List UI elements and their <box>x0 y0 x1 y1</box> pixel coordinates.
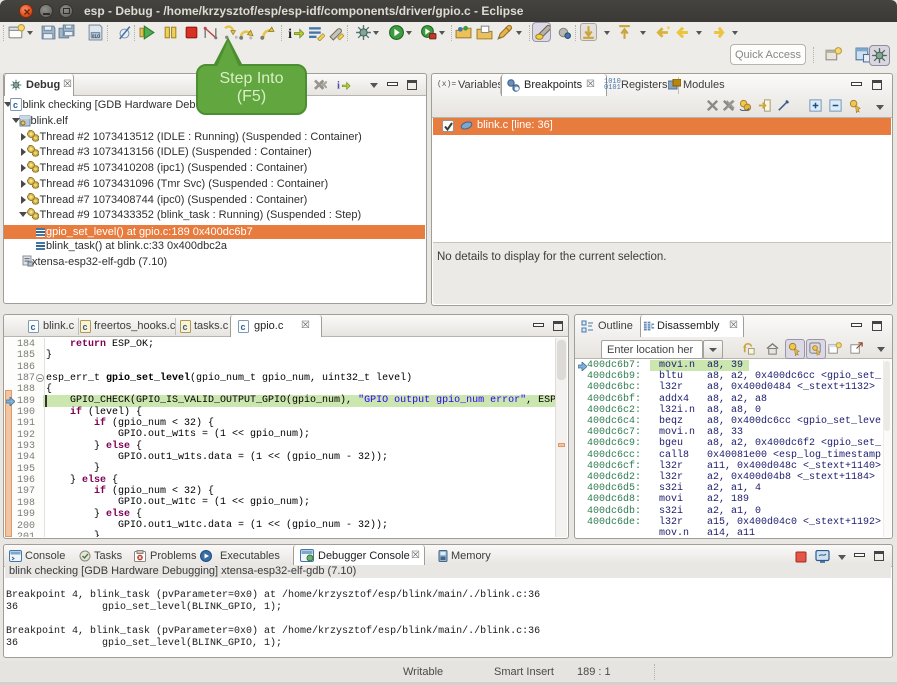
svg-text:i: i <box>337 81 340 92</box>
svg-text:c: c <box>13 100 18 110</box>
svg-text:i: i <box>288 26 292 41</box>
svg-text:010: 010 <box>92 33 100 39</box>
